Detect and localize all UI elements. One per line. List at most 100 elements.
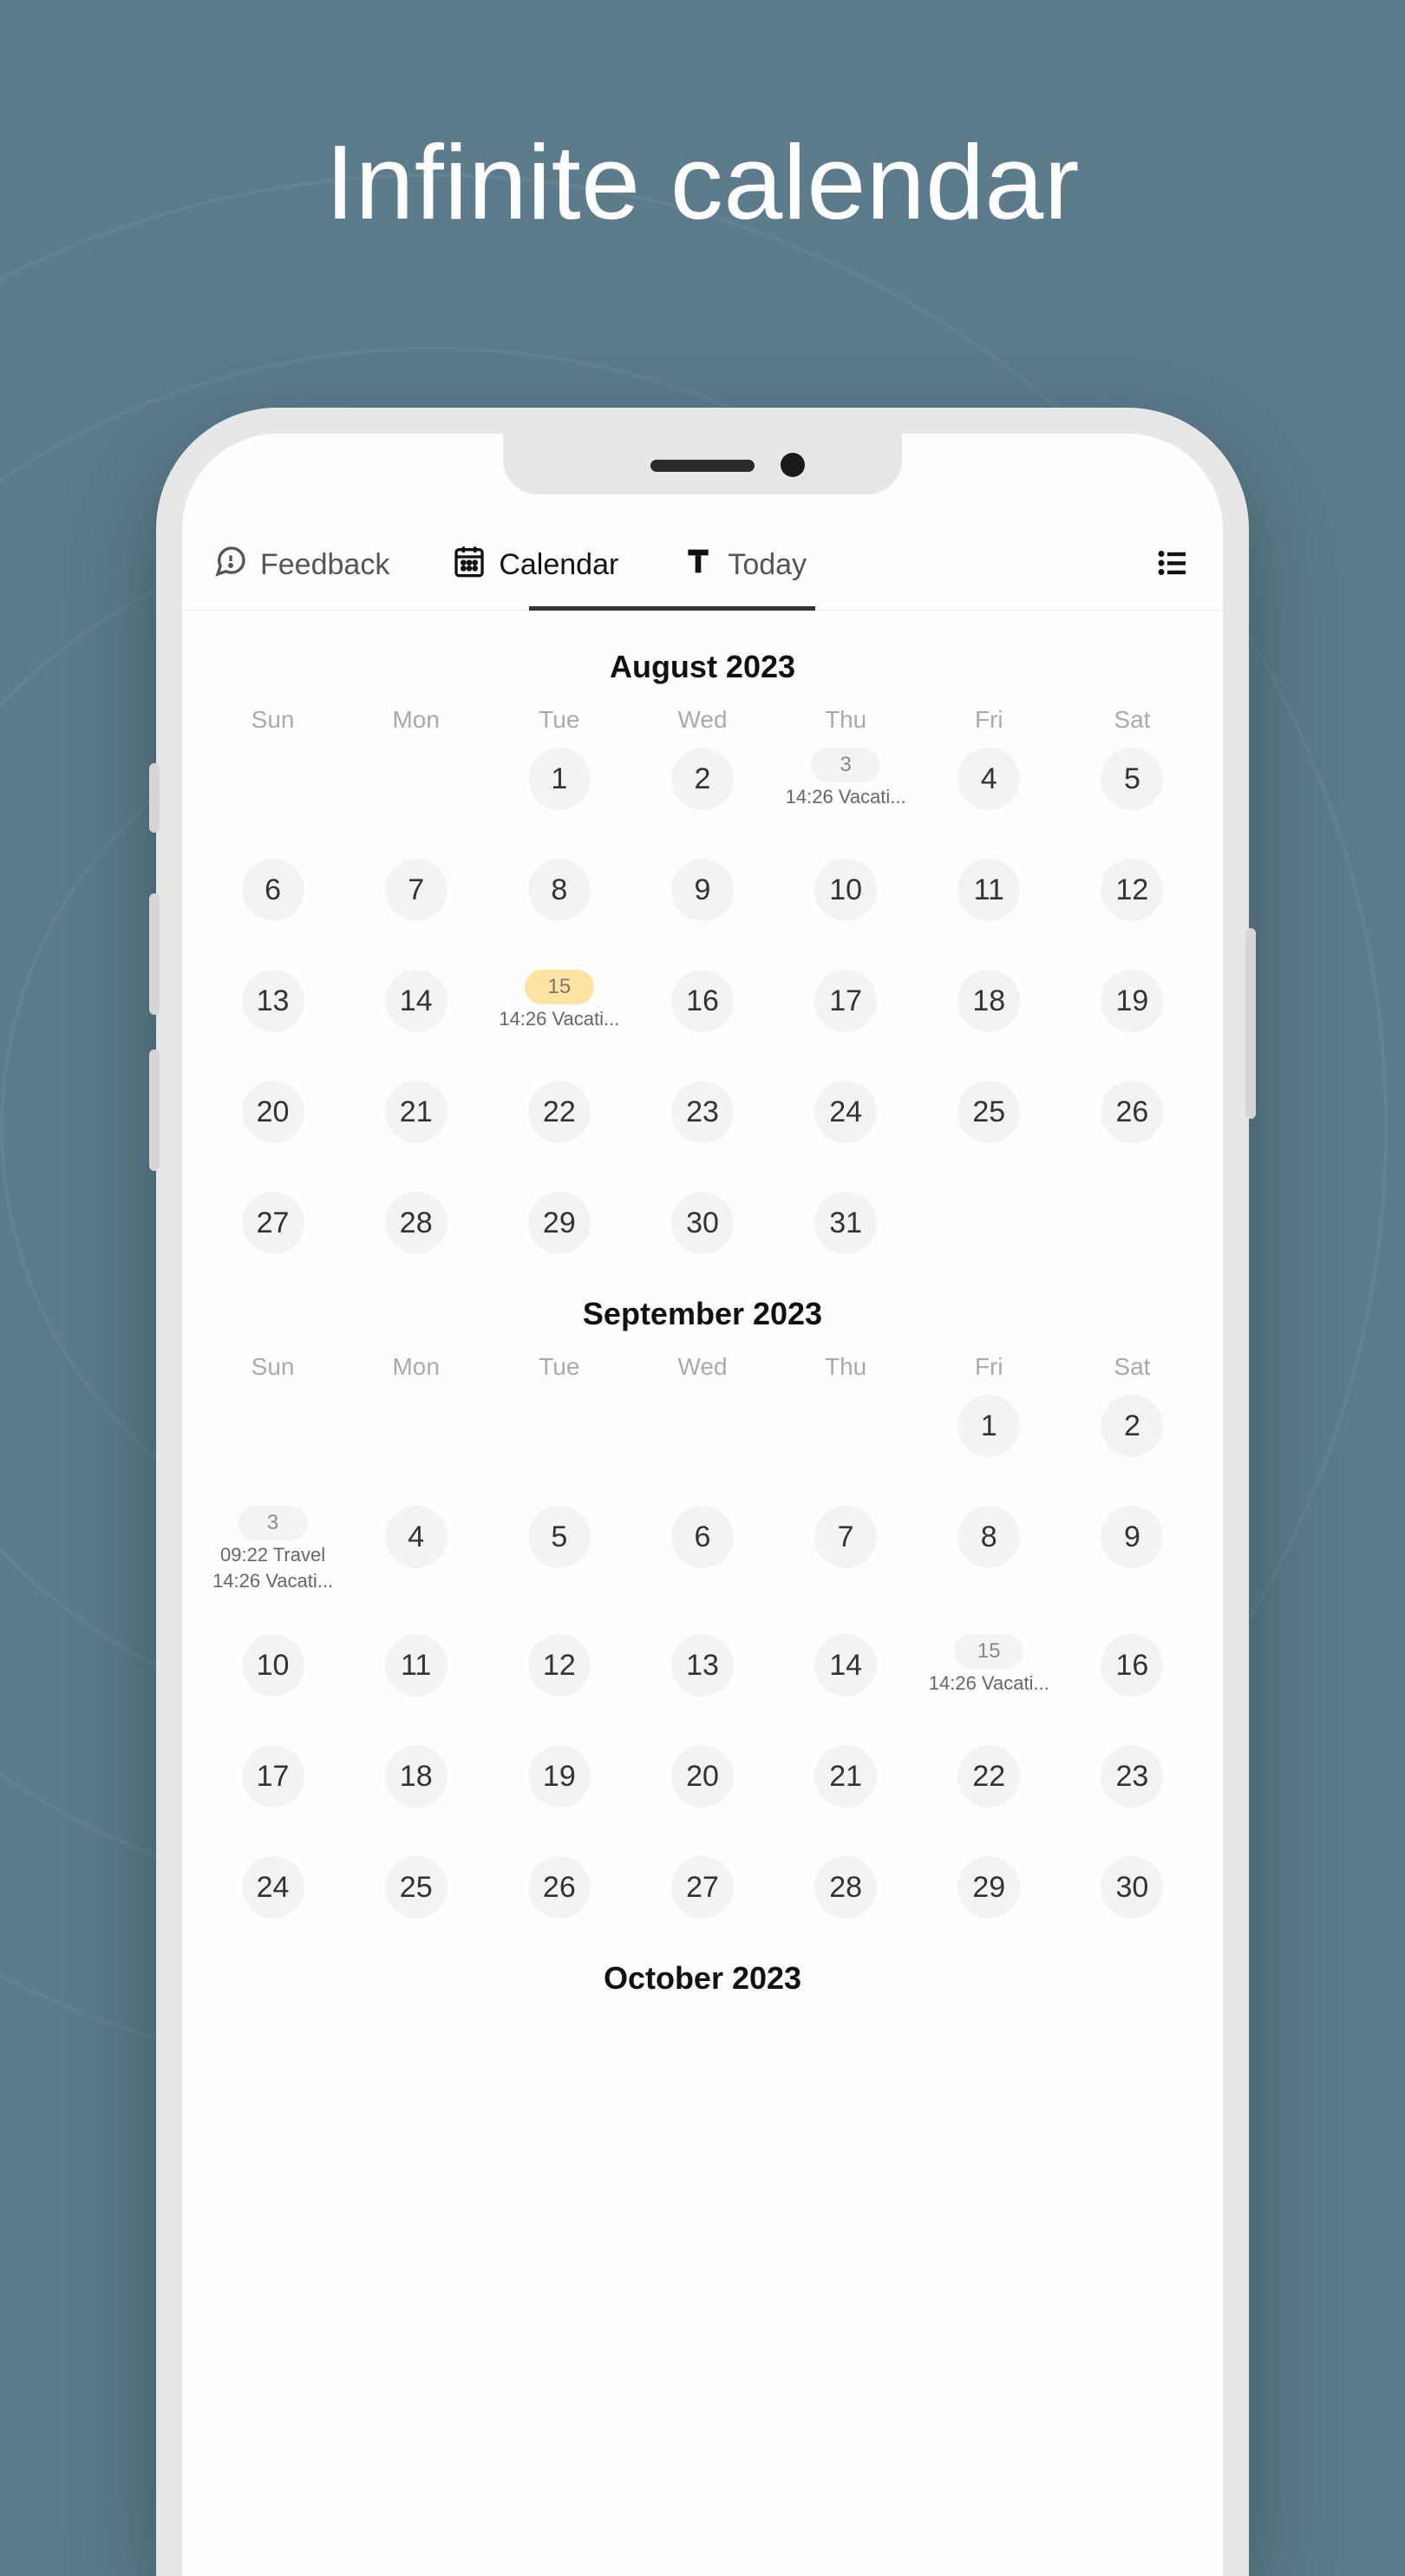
day-with-event[interactable]: 309:22 Travel14:26 Vacati... bbox=[212, 1506, 333, 1592]
day-cell-empty bbox=[776, 1395, 916, 1464]
day-number[interactable]: 30 bbox=[671, 1192, 734, 1254]
tab-today[interactable]: Today bbox=[650, 520, 838, 610]
weekday-label: Thu bbox=[776, 1353, 916, 1381]
day-cell-empty bbox=[632, 1395, 772, 1464]
day-number[interactable]: 25 bbox=[385, 1856, 448, 1919]
day-cell: 2 bbox=[632, 748, 772, 817]
day-number[interactable]: 4 bbox=[385, 1506, 448, 1568]
day-number[interactable]: 4 bbox=[957, 748, 1020, 810]
day-cell: 24 bbox=[203, 1856, 343, 1925]
day-with-event[interactable]: 1514:26 Vacati... bbox=[929, 1634, 1049, 1695]
day-cell: 10 bbox=[203, 1634, 343, 1703]
day-number[interactable]: 22 bbox=[957, 1745, 1020, 1808]
day-cell: 16 bbox=[1062, 1634, 1202, 1703]
day-number[interactable]: 13 bbox=[671, 1634, 734, 1697]
day-number[interactable]: 30 bbox=[1101, 1856, 1163, 1919]
day-number[interactable]: 2 bbox=[1101, 1395, 1163, 1457]
day-number[interactable]: 10 bbox=[814, 859, 877, 921]
day-cell: 6 bbox=[203, 859, 343, 928]
month-title: October 2023 bbox=[203, 1960, 1202, 1997]
day-number[interactable]: 8 bbox=[528, 859, 591, 921]
day-number-pill: 3 bbox=[239, 1506, 308, 1540]
day-number[interactable]: 28 bbox=[385, 1192, 448, 1254]
day-cell: 1 bbox=[489, 748, 629, 817]
day-cell: 309:22 Travel14:26 Vacati... bbox=[203, 1506, 343, 1592]
day-number[interactable]: 10 bbox=[242, 1634, 304, 1697]
day-cell: 12 bbox=[489, 1634, 629, 1703]
feedback-icon bbox=[213, 544, 248, 586]
day-number-pill: 15 bbox=[954, 1634, 1023, 1669]
day-number[interactable]: 12 bbox=[1101, 859, 1163, 921]
day-number[interactable]: 13 bbox=[242, 970, 304, 1032]
day-number[interactable]: 23 bbox=[1101, 1745, 1163, 1808]
day-number[interactable]: 19 bbox=[528, 1745, 591, 1808]
day-cell: 2 bbox=[1062, 1395, 1202, 1464]
day-number[interactable]: 2 bbox=[671, 748, 734, 810]
day-number[interactable]: 18 bbox=[385, 1745, 448, 1808]
day-cell: 29 bbox=[919, 1856, 1059, 1925]
day-number[interactable]: 17 bbox=[242, 1745, 304, 1808]
day-number[interactable]: 27 bbox=[242, 1192, 304, 1254]
calendar-scroll[interactable]: August 2023 SunMonTueWedThuFriSat 12314:… bbox=[182, 611, 1223, 1997]
calendar-icon bbox=[452, 544, 487, 586]
day-number[interactable]: 31 bbox=[814, 1192, 877, 1254]
day-number[interactable]: 1 bbox=[528, 748, 591, 810]
day-number[interactable]: 12 bbox=[528, 1634, 591, 1697]
day-number[interactable]: 6 bbox=[242, 859, 304, 921]
day-number[interactable]: 11 bbox=[957, 859, 1020, 921]
day-cell: 26 bbox=[489, 1856, 629, 1925]
tab-feedback[interactable]: Feedback bbox=[182, 520, 421, 610]
day-number[interactable]: 19 bbox=[1101, 970, 1163, 1032]
event-line: 14:26 Vacati... bbox=[212, 1570, 333, 1592]
day-number[interactable]: 11 bbox=[385, 1634, 448, 1697]
weekday-row: SunMonTueWedThuFriSat bbox=[203, 706, 1202, 734]
menu-button[interactable] bbox=[1155, 545, 1192, 585]
day-cell-empty bbox=[346, 1395, 486, 1464]
day-number[interactable]: 5 bbox=[528, 1506, 591, 1568]
day-number[interactable]: 14 bbox=[814, 1634, 877, 1697]
day-cell: 23 bbox=[632, 1081, 772, 1150]
day-cell: 12 bbox=[1062, 859, 1202, 928]
day-number[interactable]: 20 bbox=[242, 1081, 304, 1143]
day-number[interactable]: 24 bbox=[242, 1856, 304, 1919]
day-number[interactable]: 7 bbox=[814, 1506, 877, 1568]
day-number[interactable]: 21 bbox=[385, 1081, 448, 1143]
day-with-event[interactable]: 314:26 Vacati... bbox=[786, 748, 906, 808]
day-number[interactable]: 1 bbox=[957, 1395, 1020, 1457]
day-number[interactable]: 14 bbox=[385, 970, 448, 1032]
day-number[interactable]: 17 bbox=[814, 970, 877, 1032]
day-number[interactable]: 21 bbox=[814, 1745, 877, 1808]
day-number[interactable]: 26 bbox=[1101, 1081, 1163, 1143]
day-number[interactable]: 29 bbox=[528, 1192, 591, 1254]
weekday-label: Fri bbox=[919, 706, 1059, 734]
day-number[interactable]: 29 bbox=[957, 1856, 1020, 1919]
day-number[interactable]: 28 bbox=[814, 1856, 877, 1919]
day-number[interactable]: 27 bbox=[671, 1856, 734, 1919]
day-number[interactable]: 16 bbox=[1101, 1634, 1163, 1697]
days-grid: 12309:22 Travel14:26 Vacati...4567891011… bbox=[203, 1395, 1202, 1925]
day-number[interactable]: 7 bbox=[385, 859, 448, 921]
day-number[interactable]: 5 bbox=[1101, 748, 1163, 810]
today-icon bbox=[681, 544, 716, 586]
day-number[interactable]: 26 bbox=[528, 1856, 591, 1919]
day-cell: 19 bbox=[489, 1745, 629, 1814]
day-with-event[interactable]: 1514:26 Vacati... bbox=[499, 970, 619, 1030]
tab-bar: Feedback Calendar Today bbox=[182, 520, 1223, 611]
weekday-label: Tue bbox=[489, 706, 629, 734]
day-number[interactable]: 6 bbox=[671, 1506, 734, 1568]
day-cell: 1514:26 Vacati... bbox=[489, 970, 629, 1039]
day-number[interactable]: 16 bbox=[671, 970, 734, 1032]
side-button bbox=[149, 763, 160, 833]
day-number[interactable]: 9 bbox=[1101, 1506, 1163, 1568]
day-number[interactable]: 22 bbox=[528, 1081, 591, 1143]
tab-calendar[interactable]: Calendar bbox=[421, 520, 650, 610]
day-number[interactable]: 24 bbox=[814, 1081, 877, 1143]
day-number[interactable]: 20 bbox=[671, 1745, 734, 1808]
weekday-label: Sun bbox=[203, 1353, 343, 1381]
day-number[interactable]: 9 bbox=[671, 859, 734, 921]
day-number[interactable]: 18 bbox=[957, 970, 1020, 1032]
day-cell: 6 bbox=[632, 1506, 772, 1592]
day-number[interactable]: 8 bbox=[957, 1506, 1020, 1568]
day-number[interactable]: 25 bbox=[957, 1081, 1020, 1143]
day-number[interactable]: 23 bbox=[671, 1081, 734, 1143]
